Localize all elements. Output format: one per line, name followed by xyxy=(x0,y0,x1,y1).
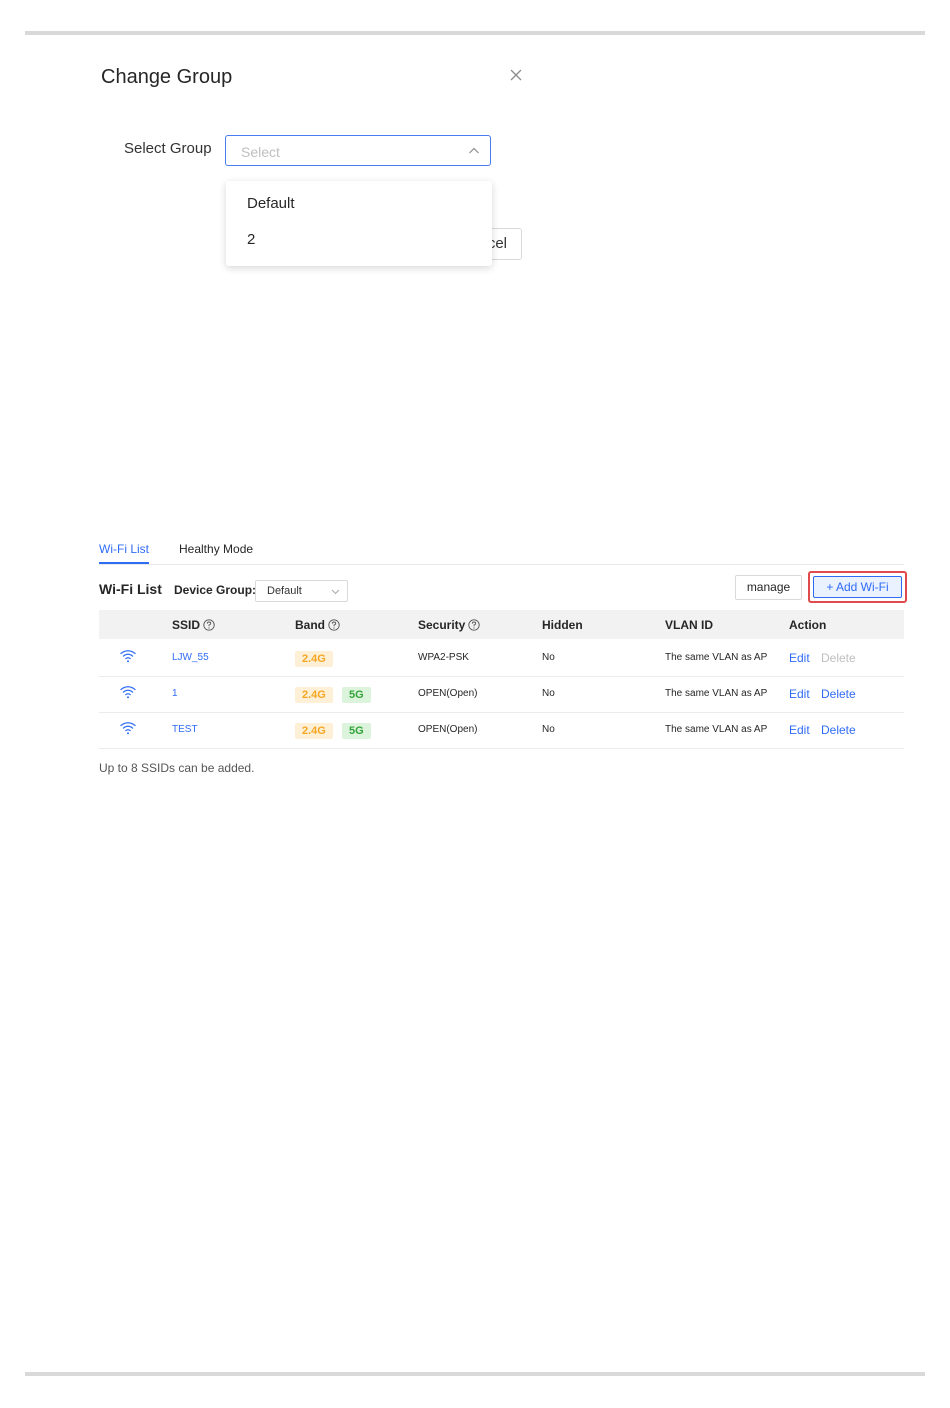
table-row: TEST 2.4G 5G OPEN(Open) No The same VLAN… xyxy=(99,712,904,749)
tab-healthy-mode[interactable]: Healthy Mode xyxy=(179,542,253,556)
tab-bar: Wi-Fi List Healthy Mode xyxy=(99,540,904,565)
wifi-icon xyxy=(120,686,136,699)
column-security-label: Security xyxy=(418,618,466,632)
security-value: OPEN(Open) xyxy=(418,724,478,735)
hidden-value: No xyxy=(542,688,555,699)
column-vlan-id: VLAN ID xyxy=(665,618,713,632)
table-row: 1 2.4G 5G OPEN(Open) No The same VLAN as… xyxy=(99,676,904,713)
delete-button: Delete xyxy=(821,651,856,665)
ssid-link[interactable]: 1 xyxy=(172,688,178,699)
vlan-value: The same VLAN as AP xyxy=(665,688,768,699)
add-wifi-button[interactable]: + Add Wi-Fi xyxy=(813,576,902,598)
column-band-label: Band xyxy=(295,618,325,632)
select-group-dropdown[interactable]: Select xyxy=(225,135,491,166)
close-icon[interactable] xyxy=(507,66,525,84)
column-ssid-label: SSID xyxy=(172,618,201,632)
band-5g-badge: 5G xyxy=(342,723,371,739)
group-options-menu: Default 2 xyxy=(226,181,492,266)
chevron-down-icon xyxy=(331,589,340,595)
vlan-value: The same VLAN as AP xyxy=(665,724,768,735)
hidden-value: No xyxy=(542,652,555,663)
column-band: Band xyxy=(295,618,340,632)
band-24g-badge: 2.4G xyxy=(295,651,333,667)
bottom-rule xyxy=(25,1372,925,1376)
delete-button[interactable]: Delete xyxy=(821,723,856,737)
table-header: SSID Band Security Hidden VLAN ID Action xyxy=(99,610,904,639)
section-title: Wi-Fi List xyxy=(99,581,162,597)
edit-button[interactable]: Edit xyxy=(789,723,810,737)
hidden-value: No xyxy=(542,724,555,735)
band-5g-badge: 5G xyxy=(342,687,371,703)
select-group-label: Select Group xyxy=(124,140,212,157)
help-icon[interactable] xyxy=(468,619,481,631)
column-action: Action xyxy=(789,618,827,632)
select-placeholder: Select xyxy=(241,144,280,160)
edit-button[interactable]: Edit xyxy=(789,687,810,701)
table-row: LJW_55 2.4G WPA2-PSK No The same VLAN as… xyxy=(99,640,904,677)
help-icon[interactable] xyxy=(203,619,215,631)
ssid-link[interactable]: LJW_55 xyxy=(172,652,209,663)
wifi-icon xyxy=(120,722,136,735)
band-24g-badge: 2.4G xyxy=(295,723,333,739)
delete-button[interactable]: Delete xyxy=(821,687,856,701)
option-default[interactable]: Default xyxy=(226,186,492,222)
band-24g-badge: 2.4G xyxy=(295,687,333,703)
wifi-icon xyxy=(120,650,136,663)
tab-wifi-list[interactable]: Wi-Fi List xyxy=(99,542,149,564)
edit-button[interactable]: Edit xyxy=(789,651,810,665)
column-security: Security xyxy=(418,618,481,632)
add-wifi-highlight: + Add Wi-Fi xyxy=(808,571,907,603)
manage-button[interactable]: manage xyxy=(735,575,802,600)
vlan-value: The same VLAN as AP xyxy=(665,652,768,663)
column-hidden: Hidden xyxy=(542,618,583,632)
top-rule xyxy=(25,31,925,35)
column-ssid: SSID xyxy=(172,618,215,632)
option-2[interactable]: 2 xyxy=(226,222,492,258)
security-value: WPA2-PSK xyxy=(418,652,469,663)
device-group-label: Device Group: xyxy=(174,583,257,597)
chevron-up-icon xyxy=(469,147,479,154)
device-group-select[interactable]: Default xyxy=(255,580,348,602)
security-value: OPEN(Open) xyxy=(418,688,478,699)
ssid-link[interactable]: TEST xyxy=(172,724,198,735)
device-group-value: Default xyxy=(267,585,302,597)
dialog-title: Change Group xyxy=(101,66,233,88)
help-icon[interactable] xyxy=(328,619,340,631)
ssid-limit-note: Up to 8 SSIDs can be added. xyxy=(99,761,255,775)
